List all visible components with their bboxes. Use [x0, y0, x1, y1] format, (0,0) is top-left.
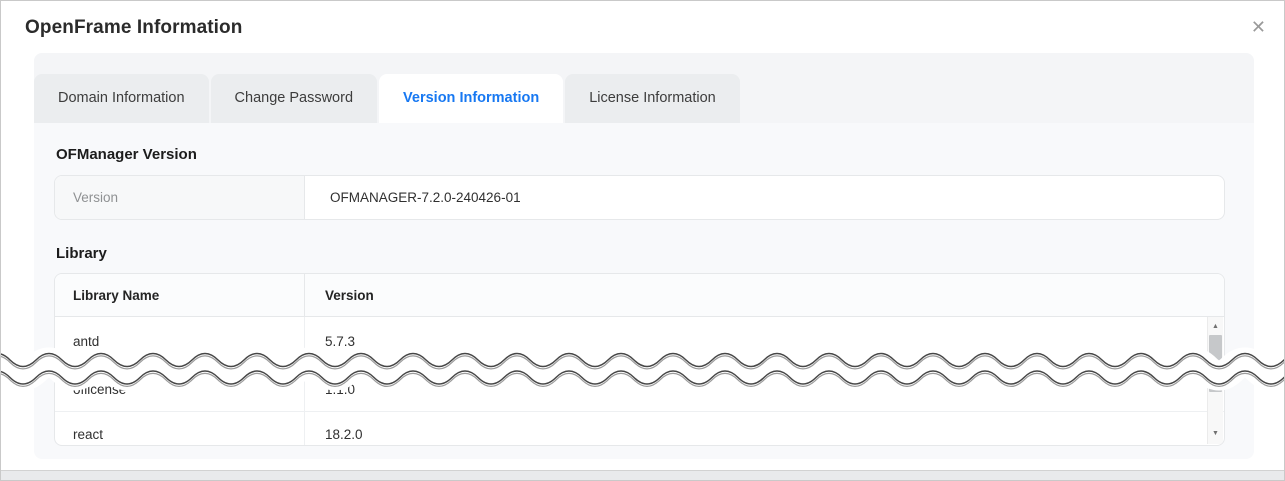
tab-panel: Domain Information Change Password Versi… [34, 53, 1254, 459]
close-icon[interactable]: ✕ [1251, 16, 1266, 38]
library-table-header: Library Name Version [55, 274, 1224, 317]
version-row-label: Version [55, 176, 305, 219]
tab-bar: Domain Information Change Password Versi… [34, 53, 1254, 123]
library-version-cell: 1.1.0 [305, 367, 1224, 411]
library-version-cell: 5.7.3 [305, 317, 1224, 366]
library-table-scrollbar[interactable]: ▲ ▼ [1207, 317, 1223, 444]
tab-domain-information[interactable]: Domain Information [34, 74, 209, 123]
column-header-version: Version [305, 274, 1224, 316]
dialog-title: OpenFrame Information [25, 17, 242, 39]
scroll-down-icon[interactable]: ▼ [1208, 427, 1223, 441]
tab-change-password[interactable]: Change Password [211, 74, 378, 123]
table-row: react 18.2.0 [55, 412, 1224, 446]
version-information-content: OFManager Version Version OFMANAGER-7.2.… [34, 123, 1254, 459]
library-table: Library Name Version antd 5.7.3 oflicens… [54, 273, 1225, 446]
table-row: antd 5.7.3 [55, 317, 1224, 367]
ofmanager-version-table: Version OFMANAGER-7.2.0-240426-01 [54, 175, 1225, 220]
scrollbar-thumb[interactable] [1209, 335, 1222, 392]
library-version-cell: 18.2.0 [305, 412, 1224, 446]
ofmanager-version-heading: OFManager Version [56, 145, 1234, 164]
library-name-cell: oflicense [55, 367, 305, 411]
openframe-information-dialog: OpenFrame Information ✕ Domain Informati… [0, 0, 1285, 481]
scroll-up-icon[interactable]: ▲ [1208, 320, 1223, 334]
dialog-header: OpenFrame Information ✕ [1, 1, 1284, 53]
page-background-strip [1, 470, 1284, 480]
library-heading: Library [56, 244, 1234, 263]
column-header-library-name: Library Name [55, 274, 305, 316]
version-row-value: OFMANAGER-7.2.0-240426-01 [305, 176, 1224, 219]
tab-version-information[interactable]: Version Information [379, 74, 563, 123]
tab-license-information[interactable]: License Information [565, 74, 740, 123]
library-name-cell: antd [55, 317, 305, 366]
library-name-cell: react [55, 412, 305, 446]
table-row: oflicense 1.1.0 [55, 367, 1224, 412]
